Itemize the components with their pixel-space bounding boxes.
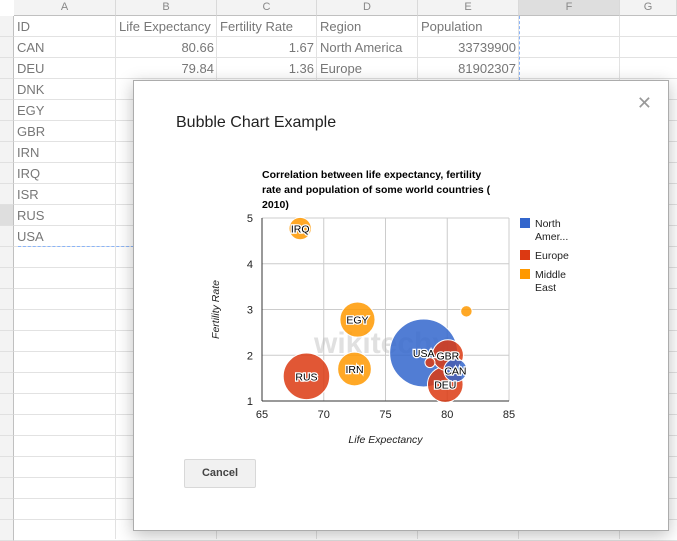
row-header[interactable] [0, 499, 14, 520]
cancel-button[interactable]: Cancel [184, 459, 256, 488]
cell[interactable]: Region [317, 16, 418, 37]
y-tick-label: 3 [247, 305, 253, 317]
y-tick-label: 1 [247, 396, 253, 408]
x-tick-label: 85 [503, 409, 515, 421]
row-header[interactable] [0, 352, 14, 373]
cell[interactable]: Population [418, 16, 519, 37]
row-header[interactable] [0, 79, 14, 100]
column-header-d[interactable]: D [317, 0, 418, 16]
row-header[interactable] [0, 268, 14, 289]
row-header[interactable] [0, 37, 14, 58]
column-header-b[interactable]: B [116, 0, 217, 16]
cell[interactable]: 33739900 [418, 37, 519, 58]
cell[interactable]: DNK [14, 79, 116, 100]
x-axis-label: Life Expectancy [348, 434, 423, 446]
row-header[interactable] [0, 205, 14, 226]
cell[interactable]: USA [14, 226, 116, 247]
cell[interactable]: North America [317, 37, 418, 58]
column-header-e[interactable]: E [418, 0, 519, 16]
row-header[interactable] [0, 394, 14, 415]
cell[interactable]: Europe [317, 58, 418, 79]
bubble-label-deu: DEU [434, 380, 456, 392]
legend-label: North [535, 218, 561, 230]
row-header[interactable] [0, 226, 14, 247]
column-header-a[interactable]: A [14, 0, 116, 16]
bubble-isr [460, 305, 473, 318]
cell[interactable]: GBR [14, 121, 116, 142]
row-header[interactable] [0, 520, 14, 541]
row-header[interactable] [0, 457, 14, 478]
row-header[interactable] [0, 373, 14, 394]
cell[interactable]: 80.66 [116, 37, 217, 58]
row-header[interactable] [0, 184, 14, 205]
cell[interactable]: ID [14, 16, 116, 37]
cell[interactable]: RUS [14, 205, 116, 226]
row-header[interactable] [0, 478, 14, 499]
row-header[interactable] [0, 16, 14, 37]
legend-label: Amer... [535, 231, 568, 243]
cell[interactable]: 81902307 [418, 58, 519, 79]
cell[interactable]: 1.67 [217, 37, 317, 58]
column-header-c[interactable]: C [217, 0, 317, 16]
chart-title-line: 2010) [262, 199, 289, 211]
row-header[interactable] [0, 142, 14, 163]
row-header[interactable] [0, 247, 14, 268]
row-header[interactable] [0, 331, 14, 352]
cell[interactable]: 79.84 [116, 58, 217, 79]
legend-label: Europe [535, 250, 569, 262]
cell[interactable]: IRN [14, 142, 116, 163]
legend-swatch-2 [520, 269, 530, 279]
x-tick-label: 70 [318, 409, 330, 421]
row-header[interactable] [0, 415, 14, 436]
bubble-label-gbr: GBR [436, 350, 459, 362]
chart-title-line: rate and population of some world countr… [262, 184, 491, 196]
cell[interactable]: Fertility Rate [217, 16, 317, 37]
row-header[interactable] [0, 100, 14, 121]
cell[interactable]: EGY [14, 100, 116, 121]
bubble-label-irn: IRN [345, 364, 363, 376]
cell[interactable]: 1.36 [217, 58, 317, 79]
chart-dialog: ✕ Bubble Chart Example Correlation betwe… [133, 80, 669, 531]
bubble-label-usa: USA [413, 348, 435, 360]
row-header[interactable] [0, 121, 14, 142]
y-tick-label: 2 [247, 350, 253, 362]
x-tick-label: 80 [441, 409, 453, 421]
row-header[interactable] [0, 436, 14, 457]
row-header[interactable] [0, 163, 14, 184]
bubble-label-rus: RUS [295, 371, 317, 383]
y-tick-label: 4 [247, 259, 253, 271]
x-tick-label: 65 [256, 409, 268, 421]
copy-selection-border-bottom [18, 246, 134, 247]
y-axis-label: Fertility Rate [210, 280, 222, 339]
legend-swatch-0 [520, 218, 530, 228]
column-header-f[interactable]: F [519, 0, 620, 16]
legend-label: Middle [535, 269, 566, 281]
cell[interactable]: DEU [14, 58, 116, 79]
bubble-label-can: CAN [444, 365, 466, 377]
cell[interactable]: CAN [14, 37, 116, 58]
cell[interactable]: IRQ [14, 163, 116, 184]
row-header[interactable] [0, 289, 14, 310]
legend-label: East [535, 282, 556, 294]
y-tick-label: 5 [247, 213, 253, 225]
copy-selection-border [519, 16, 520, 80]
bubble-label-egy: EGY [346, 315, 368, 327]
x-tick-label: 75 [379, 409, 391, 421]
legend-swatch-1 [520, 250, 530, 260]
row-header[interactable] [0, 310, 14, 331]
column-header-g[interactable]: G [620, 0, 677, 16]
cell[interactable]: ISR [14, 184, 116, 205]
bubble-label-irq: IRQ [291, 224, 310, 236]
cell[interactable]: Life Expectancy [116, 16, 217, 37]
row-header[interactable] [0, 58, 14, 79]
chart-title-line: Correlation between life expectancy, fer… [262, 169, 481, 181]
